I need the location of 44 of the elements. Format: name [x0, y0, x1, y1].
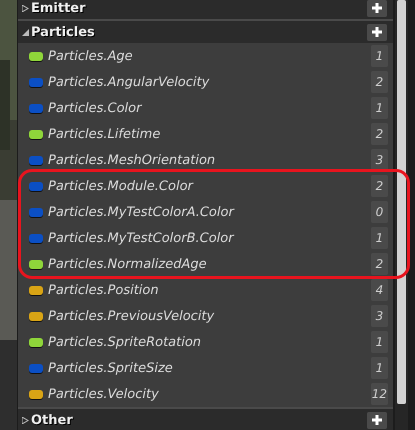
expand-triangle-icon — [22, 4, 29, 12]
plus-icon — [371, 2, 383, 14]
section-title: Emitter — [31, 0, 86, 16]
usage-count: 4 — [371, 279, 388, 301]
usage-count: 1 — [371, 357, 388, 379]
section-title: Other — [31, 412, 73, 428]
parameter-name[interactable]: Particles.Position — [48, 282, 371, 298]
plus-icon — [371, 414, 383, 426]
parameter-name[interactable]: Particles.MyTestColorA.Color — [48, 204, 371, 220]
usage-count: 1 — [371, 45, 388, 67]
parameter-name[interactable]: Particles.Lifetime — [48, 126, 371, 142]
parameter-name[interactable]: Particles.MyTestColorB.Color — [48, 230, 371, 246]
section-header[interactable]: Other — [18, 407, 393, 430]
parameter-name[interactable]: Particles.NormalizedAge — [48, 256, 371, 272]
section-header[interactable]: Emitter — [18, 0, 393, 19]
usage-count: 2 — [371, 175, 388, 197]
parameter-name[interactable]: Particles.AngularVelocity — [48, 74, 371, 90]
parameter-name[interactable]: Particles.SpriteRotation — [48, 334, 371, 350]
parameter-name[interactable]: Particles.Module.Color — [48, 178, 371, 194]
usage-count: 3 — [371, 149, 388, 171]
section-title: Particles — [31, 24, 95, 40]
parameter-name[interactable]: Particles.Color — [48, 100, 371, 116]
parameter-name[interactable]: Particles.MeshOrientation — [48, 152, 371, 168]
parameter-name[interactable]: Particles.Velocity — [48, 386, 371, 402]
usage-count: 3 — [371, 305, 388, 327]
usage-count: 0 — [371, 201, 388, 223]
plus-icon — [371, 26, 383, 38]
add-button[interactable] — [367, 412, 387, 428]
scrollbar-thumb[interactable] — [397, 0, 406, 404]
usage-count: 2 — [371, 71, 388, 93]
add-button[interactable] — [367, 0, 387, 16]
section-header[interactable]: Particles — [18, 19, 393, 43]
add-button[interactable] — [367, 24, 387, 40]
expand-triangle-icon — [22, 416, 29, 424]
usage-count: 1 — [371, 227, 388, 249]
usage-count: 1 — [371, 97, 388, 119]
usage-count: 2 — [371, 123, 388, 145]
parameter-name[interactable]: Particles.PreviousVelocity — [48, 308, 371, 324]
parameter-name[interactable]: Particles.Age — [48, 48, 371, 64]
parameter-name[interactable]: Particles.SpriteSize — [48, 360, 371, 376]
usage-count: 2 — [371, 253, 388, 275]
usage-count: 12 — [370, 383, 388, 405]
collapse-triangle-icon — [22, 28, 29, 36]
usage-count: 1 — [371, 331, 388, 353]
